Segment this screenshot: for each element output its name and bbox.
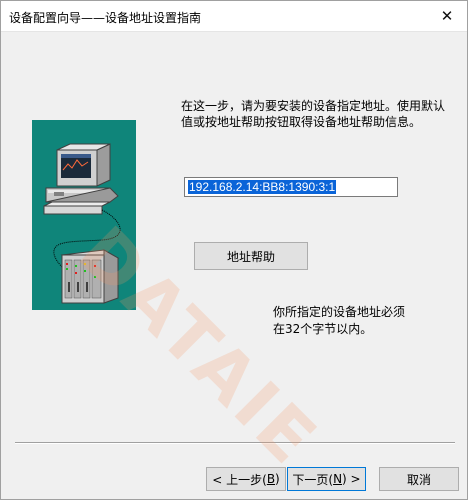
next-button[interactable]: 下一页(N) >: [287, 467, 366, 491]
address-value: 192.168.2.14:BB8:1390:3:1: [188, 180, 337, 194]
intro-text: 在这一步，请为要安装的设备指定地址。使用默认值或按地址帮助按钮取得设备地址帮助信…: [181, 99, 446, 129]
cancel-button[interactable]: 取消: [379, 467, 459, 491]
next-label-pre: 下一页(: [292, 472, 334, 487]
back-button[interactable]: < 上一步(B): [206, 467, 286, 491]
device-address-input[interactable]: 192.168.2.14:BB8:1390:3:1: [184, 177, 398, 197]
device-rack-icon: [60, 249, 120, 304]
wizard-window: 设备配置向导——设备地址设置指南 ✕ 在这一步，请为要安装的设备指定地址。使用默…: [0, 0, 468, 500]
back-accelerator: B: [266, 472, 276, 486]
device-illustration: [32, 120, 136, 310]
title-bar: 设备配置向导——设备地址设置指南 ✕: [1, 1, 467, 32]
address-length-note: 你所指定的设备地址必须 在32个字节以内。: [273, 304, 405, 338]
address-help-button[interactable]: 地址帮助: [194, 242, 308, 270]
note-line-1: 你所指定的设备地址必须: [273, 305, 406, 319]
close-icon[interactable]: ✕: [427, 1, 467, 31]
footer-divider: [15, 442, 455, 444]
next-label-post: ) >: [342, 472, 361, 486]
next-accelerator: N: [333, 472, 343, 486]
note-line-2: 在32个字节以内。: [273, 322, 373, 336]
back-label-pre: < 上一步(: [212, 472, 267, 487]
window-title: 设备配置向导——设备地址设置指南: [9, 11, 202, 25]
back-label-post: ): [275, 472, 280, 486]
